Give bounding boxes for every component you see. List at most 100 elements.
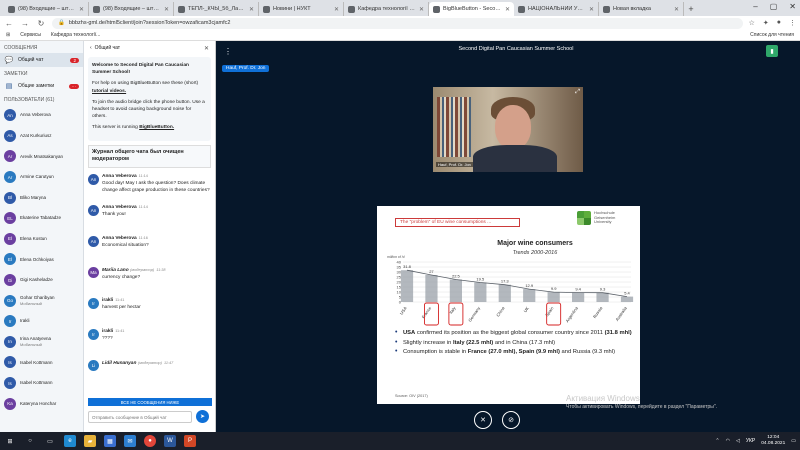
send-icon[interactable]: ➤ — [196, 410, 209, 423]
chrome-icon[interactable]: ● — [144, 435, 156, 447]
volume-icon[interactable]: ◁ — [736, 438, 740, 444]
back-icon[interactable]: ← — [4, 19, 14, 28]
chevron-left-icon[interactable]: ‹ — [90, 45, 92, 51]
shared-notes-item[interactable]: ▤ Общие заметки ··· — [0, 79, 83, 93]
user-list-item[interactable]: Is Isabel Kottmann — [0, 352, 83, 373]
author-role: (модератор) — [130, 266, 155, 272]
close-icon[interactable]: ✕ — [204, 45, 209, 52]
tab-label: ТЕПЛ-_КЧЫ_5б_Лабар — [188, 6, 246, 12]
store-icon[interactable]: ▦ — [104, 435, 116, 447]
chat-title[interactable]: Общий чат — [95, 45, 120, 51]
public-chat-item[interactable]: 💬 Общий чат 2 — [0, 53, 83, 67]
user-list-item[interactable]: Go Gohar Gharibyan Мобильный — [0, 290, 83, 311]
clock[interactable]: 12:04 04.08.2021 — [761, 435, 785, 447]
notifications-icon[interactable]: ▭ — [791, 438, 796, 444]
user-list-item[interactable]: As Azat Kurkuriusz — [0, 126, 83, 147]
avatar: Ar — [4, 171, 16, 184]
chat-message-input[interactable] — [88, 411, 192, 423]
user-list-item[interactable]: EL Ekaterine Tabatadze — [0, 208, 83, 229]
watermark-text: Чтобы активировать Windows, перейдите в … — [566, 403, 718, 410]
new-messages-button[interactable]: ВСЕ НЕ СООБЩЕНИЯ НИЖЕ — [88, 398, 212, 406]
moderator-cleared-note: Журнал общего чата был очищен модераторо… — [88, 144, 211, 168]
browser-tab[interactable]: Новая вкладка ✕ — [599, 2, 684, 16]
avatar: Ir — [88, 328, 99, 340]
url-field[interactable]: 🔒 bbbzhs-gml.de/html5client/join?session… — [52, 17, 743, 29]
system-tray-icon[interactable]: ⌃ — [715, 438, 719, 444]
tab-favicon-icon — [348, 5, 355, 13]
tutorial-link[interactable]: tutorial videos. — [92, 89, 126, 94]
new-tab-icon[interactable]: + — [684, 2, 698, 16]
user-name: Isabel Kottmann — [20, 380, 53, 386]
user-list-item[interactable]: In Irina Anatyevna Мобильный — [0, 332, 83, 353]
message-text: Economical situation? — [102, 242, 149, 248]
user-list-item[interactable]: Ar Armine Carutyun — [0, 167, 83, 188]
apps-icon[interactable]: ⊞ — [6, 32, 10, 38]
tab-close-icon[interactable]: ✕ — [249, 6, 254, 13]
extensions-icon[interactable]: ✦ — [763, 19, 769, 27]
slide-bullets: USA confirmed its position as the bigges… — [395, 329, 635, 358]
powerpoint-icon[interactable]: P — [184, 435, 196, 447]
windows-start-icon[interactable]: ⊞ — [4, 435, 16, 447]
chat-message: Ir irakli 11:41???? — [84, 327, 215, 358]
user-list-item[interactable]: Ka Kateryna Honchar — [0, 393, 83, 414]
tab-close-icon[interactable]: ✕ — [79, 6, 84, 13]
close-window-icon[interactable]: ✕ — [789, 2, 796, 11]
fullscreen-icon[interactable]: ⤢ — [575, 89, 580, 96]
user-list-item[interactable]: El Elena Kostun — [0, 229, 83, 250]
tab-close-icon[interactable]: ✕ — [164, 6, 169, 13]
file-explorer-icon[interactable]: ▰ — [84, 435, 96, 447]
browser-tab[interactable]: BigBlueButton - Second D ✕ — [429, 2, 514, 16]
tab-close-icon[interactable]: ✕ — [589, 6, 594, 13]
user-list-item[interactable]: An Anna Veberova — [0, 105, 83, 126]
bbb-link[interactable]: BigBlueButton. — [139, 125, 174, 130]
maximize-icon[interactable]: ▢ — [770, 2, 778, 11]
bookmark-item[interactable]: Кафедра технології... — [51, 32, 100, 38]
user-list-item[interactable]: Ir Irakli — [0, 311, 83, 332]
user-list-item[interactable]: Ar Arevik Mnatsakanyan — [0, 146, 83, 167]
language-indicator[interactable]: УКР — [746, 438, 755, 444]
user-list-item[interactable]: El Elena Ochkoiyas — [0, 249, 83, 270]
search-icon[interactable]: ○ — [24, 435, 36, 447]
edge-icon[interactable]: e — [64, 435, 76, 447]
browser-tab[interactable]: Кафедра технології рест ✕ — [344, 2, 429, 16]
browser-tab[interactable]: НАЦІОНАЛЬНИЙ УНІВЕР✕ — [514, 2, 599, 16]
user-list-item[interactable]: Bl Bliko Maryna — [0, 187, 83, 208]
user-name: Armine Carutyun — [20, 174, 54, 180]
menu-dots-icon[interactable]: ⋮ — [789, 19, 796, 27]
message-text: Good day! May I ask the question? Does c… — [102, 180, 210, 193]
webcam-video[interactable]: Hauf, Prof. Dr. Jon ⤢ — [433, 87, 583, 172]
task-view-icon[interactable]: ▭ — [44, 435, 56, 447]
bookmark-item[interactable]: Сервисы — [20, 32, 41, 38]
options-menu-icon[interactable]: ⋮ — [224, 47, 232, 56]
browser-tab[interactable]: Новини | НУКТ ✕ — [259, 2, 344, 16]
chat-message: Ir irakli 11:41 harvest per hectar — [84, 296, 215, 327]
university-logo: Hochschule Geisenheim University — [577, 208, 637, 228]
data-label: 17.3 — [501, 279, 510, 284]
browser-tab[interactable]: (98) Входящие – штучний✕ — [4, 2, 89, 16]
word-icon[interactable]: W — [164, 435, 176, 447]
user-list-item[interactable]: Is Isabel Kottmann — [0, 373, 83, 394]
tab-close-icon[interactable]: ✕ — [505, 6, 510, 13]
slide-header: The "problem" of EU wine consumptions ..… — [395, 218, 520, 227]
avatar: Gi — [4, 274, 16, 287]
trend-line — [406, 269, 628, 297]
share-camera-icon[interactable]: ⊘ — [502, 411, 520, 429]
connection-status-icon[interactable]: ▮ — [766, 45, 778, 57]
minimize-icon[interactable]: – — [753, 2, 757, 11]
star-icon[interactable]: ☆ — [749, 19, 755, 27]
tab-close-icon[interactable]: ✕ — [419, 6, 424, 13]
reload-icon[interactable]: ↻ — [36, 19, 46, 28]
network-icon[interactable]: ◠ — [726, 438, 730, 444]
slide-bullet: Slightly increase in Italy (22.5 mhl) an… — [395, 339, 635, 348]
profile-icon[interactable]: ● — [777, 19, 781, 27]
mute-audio-icon[interactable]: ✕ — [474, 411, 492, 429]
browser-tab[interactable]: (98) Входящие – штучний✕ — [89, 2, 174, 16]
tab-close-icon[interactable]: ✕ — [334, 6, 339, 13]
reading-list[interactable]: Список для чтения — [750, 32, 794, 38]
user-list-item[interactable]: Gi Gigi Kasheladze — [0, 270, 83, 291]
user-name: Elena Ochkoiyas — [20, 256, 54, 262]
browser-tab[interactable]: ТЕПЛ-_КЧЫ_5б_Лабар ✕ — [174, 2, 259, 16]
mail-icon[interactable]: ✉ — [124, 435, 136, 447]
forward-icon[interactable]: → — [20, 19, 30, 28]
tab-close-icon[interactable]: ✕ — [674, 6, 679, 13]
